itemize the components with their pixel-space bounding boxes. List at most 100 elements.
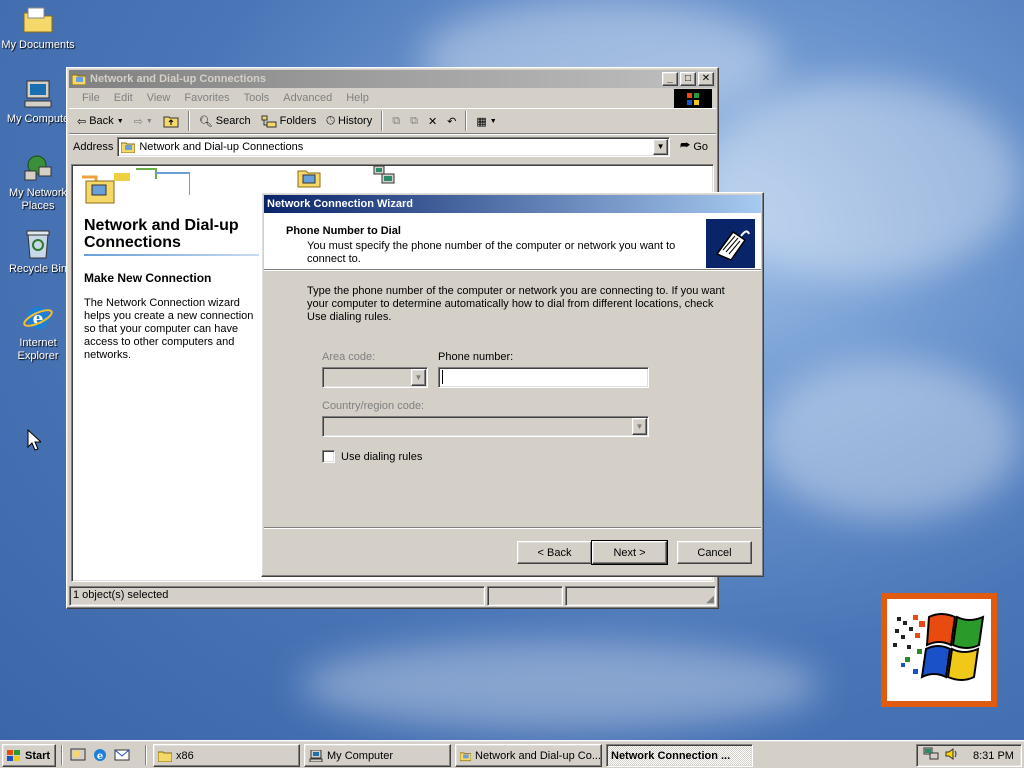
delete-x-icon: ✕ — [427, 115, 438, 128]
desktop-icon-recycle-bin[interactable]: Recycle Bin — [0, 228, 76, 276]
network-folder-icon — [72, 72, 86, 86]
computer-icon — [309, 749, 323, 762]
up-folder-icon — [163, 116, 179, 128]
explorer-titlebar[interactable]: Network and Dial-up Connections _ □ ✕ — [69, 70, 716, 88]
address-combobox[interactable]: Network and Dial-up Connections ▼ — [117, 136, 671, 157]
menu-tools[interactable]: Tools — [237, 92, 277, 104]
ie-icon[interactable]: e — [92, 747, 108, 766]
folders-button[interactable]: Folders — [257, 112, 321, 130]
windows-logo — [881, 593, 997, 707]
phone-jack-icon — [706, 219, 755, 268]
area-code-combobox[interactable]: ▼ — [322, 367, 428, 388]
back-button[interactable]: ⇦ Back ▼ — [73, 113, 128, 130]
status-pane — [487, 586, 563, 606]
back-arrow-icon: ⇦ — [77, 115, 87, 128]
recycle-bin-icon — [21, 228, 55, 260]
undo-button[interactable]: ↶ — [443, 113, 460, 130]
dialing-rules-checkbox[interactable] — [322, 450, 335, 463]
panel-banner-icon — [76, 167, 191, 213]
chevron-down-icon: ▼ — [145, 117, 153, 125]
cloud — [760, 360, 1020, 520]
separator — [61, 745, 63, 765]
undo-icon: ↶ — [447, 115, 457, 128]
minimize-button[interactable]: _ — [662, 72, 678, 86]
windows-throbber-icon — [674, 89, 712, 108]
desktop-icon-my-documents[interactable]: My Documents — [0, 4, 76, 52]
views-button[interactable]: ▦ ▼ — [472, 113, 500, 130]
taskbar-button-my-computer[interactable]: My Computer — [304, 744, 451, 767]
clock[interactable]: 8:31 PM — [973, 750, 1014, 762]
menu-help[interactable]: Help — [339, 92, 376, 104]
address-bar: Address Network and Dial-up Connections … — [69, 134, 716, 158]
size-grip-icon[interactable]: ◢ — [706, 594, 714, 605]
show-desktop-icon[interactable] — [70, 747, 86, 766]
start-label: Start — [25, 749, 51, 762]
network-tray-icon[interactable] — [923, 747, 939, 764]
network-folder-icon — [460, 751, 472, 761]
make-new-connection-icon[interactable] — [297, 167, 321, 192]
outlook-express-icon[interactable] — [114, 747, 130, 766]
separator — [187, 111, 190, 131]
wizard-dialog: Network Connection Wizard Phone Number t… — [261, 192, 764, 577]
separator — [145, 745, 147, 765]
status-bar: 1 object(s) selected ◢ — [69, 586, 716, 606]
chevron-down-icon[interactable]: ▼ — [632, 418, 647, 435]
wizard-header-subtitle: You must specify the phone number of the… — [307, 240, 676, 265]
windows-flag-icon — [7, 749, 20, 761]
phone-number-input[interactable] — [438, 367, 649, 388]
menu-favorites[interactable]: Favorites — [177, 92, 236, 104]
task-label: Network Connection ... — [611, 749, 731, 762]
delete-button[interactable]: ✕ — [424, 113, 441, 130]
menu-view[interactable]: View — [140, 92, 178, 104]
desktop-icon-my-computer[interactable]: My Compute — [0, 78, 76, 126]
search-button[interactable]: 🔍︎ Search — [195, 113, 255, 130]
menu-edit[interactable]: Edit — [107, 92, 140, 104]
status-pane: ◢ — [565, 586, 716, 606]
taskbar-button-network-connection-wizard[interactable]: Network Connection ... — [606, 744, 753, 767]
back-button[interactable]: < Back — [517, 541, 592, 564]
move-to-button[interactable]: ⧉ — [388, 113, 404, 130]
close-button[interactable]: ✕ — [698, 72, 714, 86]
go-arrow-icon: ⮫ — [680, 140, 691, 152]
wizard-titlebar[interactable]: Network Connection Wizard — [264, 195, 761, 213]
up-folder-button[interactable] — [159, 112, 183, 130]
history-clock-icon: 🕓︎ — [326, 114, 335, 127]
folders-icon — [261, 115, 277, 128]
start-button[interactable]: Start — [2, 744, 56, 767]
taskbar: Start e x86 My Computer Network and Dial… — [0, 740, 1024, 768]
copy-to-button[interactable]: ⧉ — [406, 113, 422, 130]
connection-icon[interactable] — [372, 165, 396, 190]
menu-bar: File Edit View Favorites Tools Advanced … — [69, 88, 716, 108]
maximize-button[interactable]: □ — [680, 72, 696, 86]
next-button[interactable]: Next > — [591, 540, 668, 565]
volume-icon[interactable] — [945, 747, 959, 764]
menu-file[interactable]: File — [75, 92, 107, 104]
panel-description: The Network Connection wizard helps you … — [84, 297, 254, 361]
forward-button[interactable]: ⇨ ▼ — [130, 113, 157, 130]
chevron-down-icon: ▼ — [489, 117, 497, 125]
cancel-button[interactable]: Cancel — [677, 541, 752, 564]
history-button[interactable]: 🕓︎ History — [322, 113, 376, 130]
task-label: Network and Dial-up Co... — [475, 749, 601, 762]
chevron-down-icon: ▼ — [116, 117, 124, 125]
go-button[interactable]: ⮫ Go — [676, 138, 712, 155]
search-icon: 🔍︎ — [198, 115, 213, 128]
dialing-rules-option[interactable]: Use dialing rules — [322, 450, 422, 463]
panel-divider — [84, 254, 259, 256]
menu-advanced[interactable]: Advanced — [276, 92, 339, 104]
address-dropdown-button[interactable]: ▼ — [653, 138, 669, 155]
panel-subtitle: Make New Connection — [84, 271, 212, 285]
wizard-divider — [264, 527, 761, 529]
taskbar-button-network-dialup[interactable]: Network and Dial-up Co... — [455, 744, 602, 767]
network-folder-icon — [121, 142, 136, 153]
taskbar-button-x86[interactable]: x86 — [153, 744, 300, 767]
desktop-icon-my-network-places[interactable]: My Network Places — [0, 152, 76, 213]
desktop-icon-internet-explorer[interactable]: e Internet Explorer — [0, 302, 76, 363]
separator — [465, 111, 468, 131]
ie-icon: e — [21, 302, 55, 334]
chevron-down-icon[interactable]: ▼ — [411, 369, 426, 386]
desktop: { "colors": { "desktop": "#4a76b8", "act… — [0, 0, 1024, 768]
phone-number-label: Phone number: — [438, 351, 514, 363]
country-code-combobox[interactable]: ▼ — [322, 416, 649, 437]
task-label: x86 — [176, 749, 194, 762]
